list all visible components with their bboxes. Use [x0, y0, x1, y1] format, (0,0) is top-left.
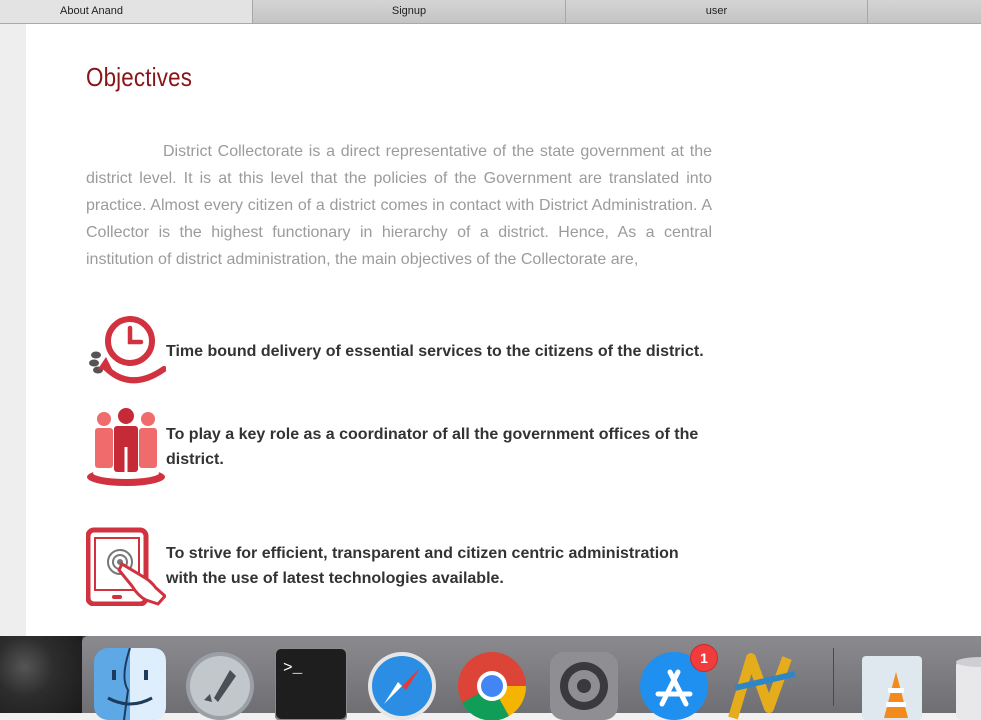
clock-delivery-icon — [89, 316, 166, 384]
tab-about-anand[interactable]: About Anand — [0, 0, 253, 23]
filezilla-icon[interactable] — [725, 648, 797, 720]
trash-icon[interactable] — [952, 648, 981, 720]
finder-icon[interactable] — [94, 648, 166, 720]
gear-icon[interactable] — [548, 648, 620, 720]
rocket-icon[interactable] — [184, 648, 256, 720]
objective-item-coordinator: To play a key role as a coordinator of a… — [86, 407, 711, 487]
page-content: Objectives District Collectorate is a di… — [26, 24, 981, 636]
macos-dock: >_ 1 — [0, 636, 981, 720]
page-left-gutter — [0, 24, 26, 636]
browser-tab-bar: About Anand Signup user — [0, 0, 981, 24]
desktop-wallpaper — [0, 636, 82, 713]
dock-separator — [833, 648, 834, 706]
app-store-badge: 1 — [690, 644, 718, 672]
terminal-icon[interactable]: >_ — [275, 648, 347, 720]
terminal-prompt-glyph: >_ — [283, 659, 303, 677]
chrome-icon[interactable] — [456, 648, 528, 720]
compass-icon[interactable] — [366, 648, 438, 720]
objective-text: To strive for efficient, transparent and… — [166, 545, 679, 587]
objective-item-technology: To strive for efficient, transparent and… — [86, 526, 711, 606]
objective-item-time-bound: Time bound delivery of essential service… — [86, 311, 711, 391]
objective-text: Time bound delivery of essential service… — [166, 342, 704, 360]
vlc-cone-icon[interactable] — [862, 648, 934, 720]
page-title: Objectives — [86, 62, 193, 92]
objective-text: To play a key role as a coordinator of a… — [166, 426, 699, 468]
tab-empty[interactable] — [868, 0, 981, 23]
tab-user[interactable]: user — [566, 0, 868, 23]
tab-signup[interactable]: Signup — [253, 0, 566, 23]
tablet-touch-icon — [86, 527, 166, 606]
intro-paragraph: District Collectorate is a direct repres… — [86, 143, 712, 268]
people-group-icon — [87, 408, 165, 486]
